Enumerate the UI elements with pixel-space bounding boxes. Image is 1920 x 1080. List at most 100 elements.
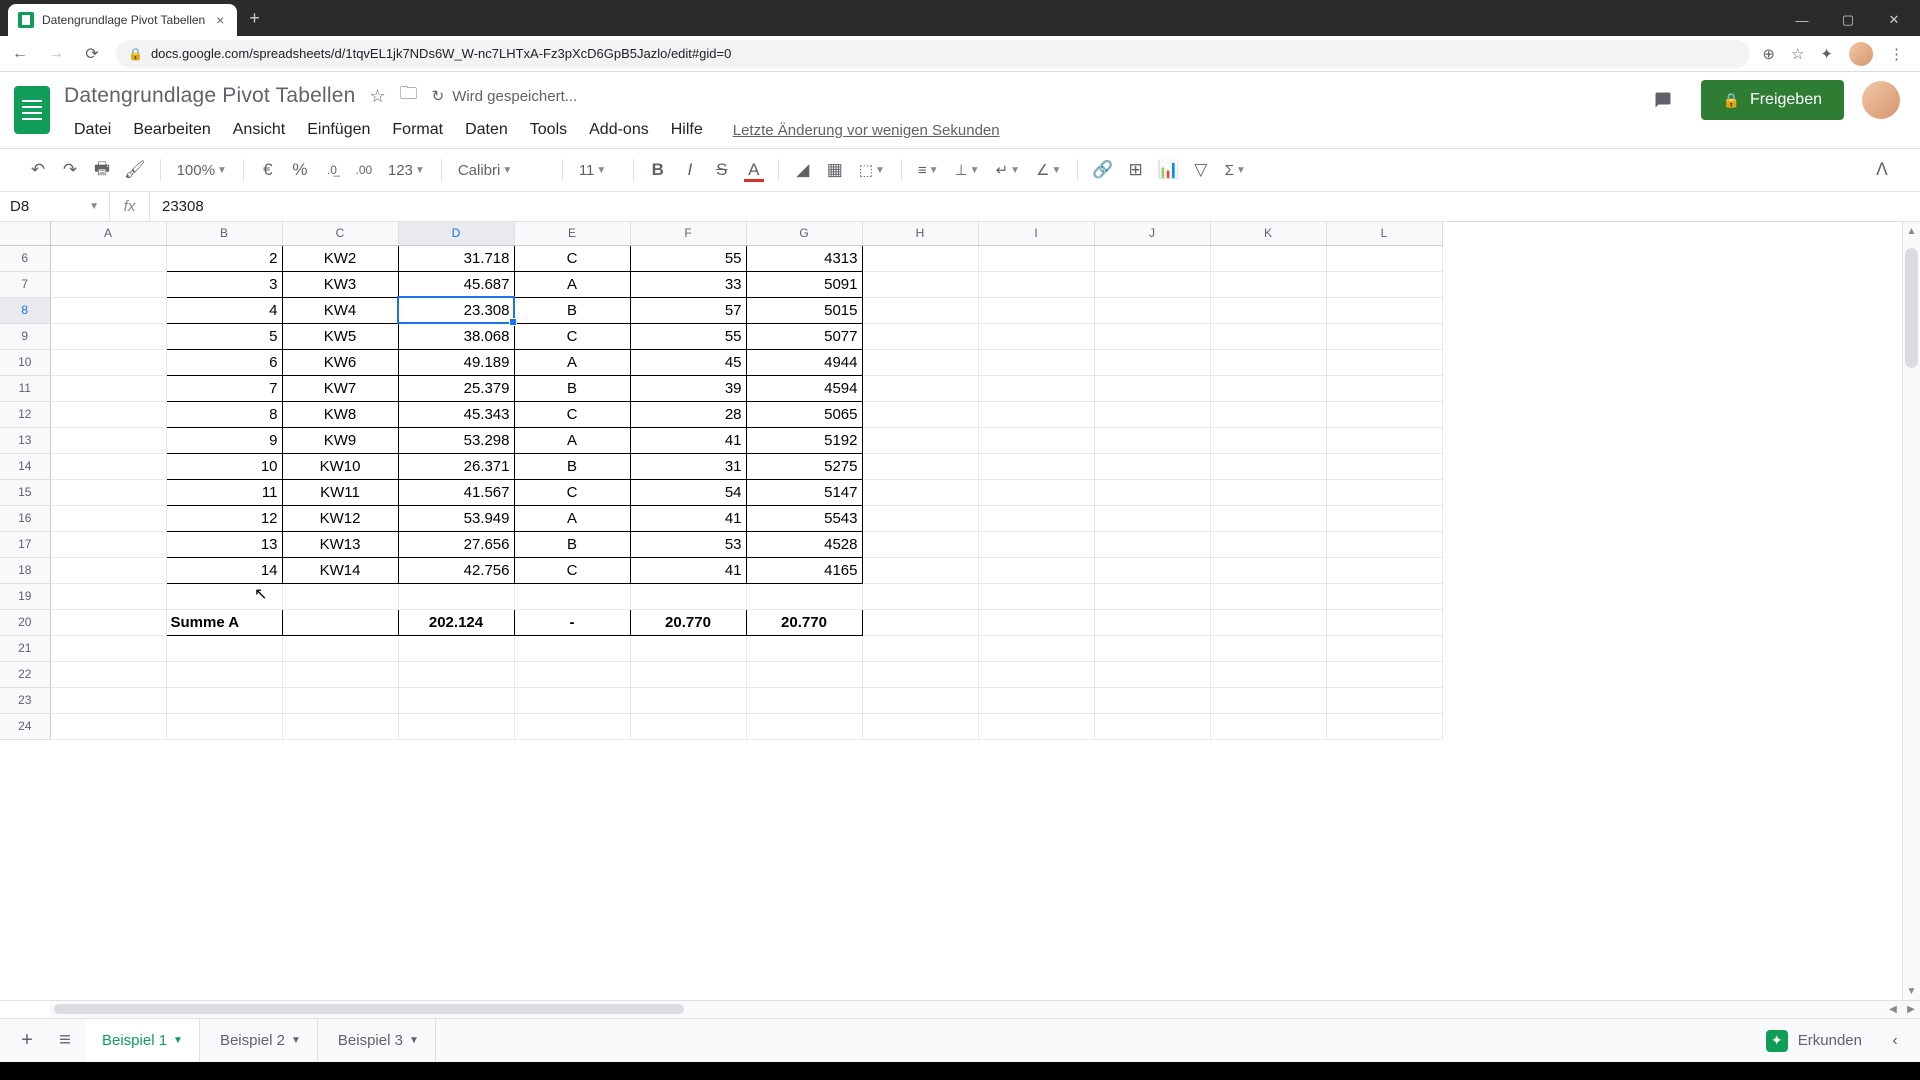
close-window-button[interactable]: ✕: [1872, 4, 1916, 36]
fill-color-button[interactable]: ◢: [789, 156, 817, 184]
row-header-24[interactable]: 24: [0, 713, 50, 739]
row-header-21[interactable]: 21: [0, 635, 50, 661]
cell-I18[interactable]: [978, 557, 1094, 583]
collapse-sidebar-button[interactable]: ‹: [1880, 1032, 1910, 1050]
sheet-tab-2[interactable]: Beispiel 2▼: [204, 1019, 318, 1062]
menu-data[interactable]: Daten: [455, 117, 518, 143]
cell-E17[interactable]: B: [514, 531, 630, 557]
cell-L11[interactable]: [1326, 375, 1442, 401]
cell-B11[interactable]: 7: [166, 375, 282, 401]
cell-B10[interactable]: 6: [166, 349, 282, 375]
cell-E9[interactable]: C: [514, 323, 630, 349]
comments-button[interactable]: [1643, 80, 1683, 120]
scroll-right-button[interactable]: ▶: [1902, 1001, 1920, 1018]
cell-H20[interactable]: [862, 609, 978, 635]
row-header-9[interactable]: 9: [0, 323, 50, 349]
percent-button[interactable]: %: [286, 156, 314, 184]
cell-H6[interactable]: [862, 245, 978, 271]
number-format-dropdown[interactable]: 123▼: [382, 162, 431, 179]
cell-K12[interactable]: [1210, 401, 1326, 427]
cell-F6[interactable]: 55: [630, 245, 746, 271]
increase-decimal-button[interactable]: .00: [350, 156, 378, 184]
cell-B13[interactable]: 9: [166, 427, 282, 453]
bold-button[interactable]: B: [644, 156, 672, 184]
cell-C12[interactable]: KW8: [282, 401, 398, 427]
cell-I21[interactable]: [978, 635, 1094, 661]
cell-H13[interactable]: [862, 427, 978, 453]
cell-C7[interactable]: KW3: [282, 271, 398, 297]
cell-K20[interactable]: [1210, 609, 1326, 635]
explore-button[interactable]: ✦ Erkunden: [1752, 1024, 1876, 1058]
spreadsheet-grid[interactable]: ABCDEFGHIJKL62KW231.718C55431373KW345.68…: [0, 222, 1920, 1000]
cell-L12[interactable]: [1326, 401, 1442, 427]
cell-E16[interactable]: A: [514, 505, 630, 531]
cell-A8[interactable]: [50, 297, 166, 323]
cell-H22[interactable]: [862, 661, 978, 687]
cell-F9[interactable]: 55: [630, 323, 746, 349]
cell-E23[interactable]: [514, 687, 630, 713]
row-header-7[interactable]: 7: [0, 271, 50, 297]
cell-G8[interactable]: 5015: [746, 297, 862, 323]
cell-F18[interactable]: 41: [630, 557, 746, 583]
add-sheet-button[interactable]: +: [10, 1024, 44, 1058]
cell-E6[interactable]: C: [514, 245, 630, 271]
row-header-18[interactable]: 18: [0, 557, 50, 583]
currency-button[interactable]: €: [254, 156, 282, 184]
cell-A20[interactable]: [50, 609, 166, 635]
cell-F19[interactable]: [630, 583, 746, 609]
cell-G6[interactable]: 4313: [746, 245, 862, 271]
cell-E18[interactable]: C: [514, 557, 630, 583]
cell-H23[interactable]: [862, 687, 978, 713]
cell-E19[interactable]: [514, 583, 630, 609]
row-header-6[interactable]: 6: [0, 245, 50, 271]
cell-D24[interactable]: [398, 713, 514, 739]
cell-C13[interactable]: KW9: [282, 427, 398, 453]
cell-A7[interactable]: [50, 271, 166, 297]
cell-L6[interactable]: [1326, 245, 1442, 271]
cell-G7[interactable]: 5091: [746, 271, 862, 297]
col-header-E[interactable]: E: [514, 222, 630, 245]
cell-J23[interactable]: [1094, 687, 1210, 713]
cell-B21[interactable]: [166, 635, 282, 661]
cell-E14[interactable]: B: [514, 453, 630, 479]
functions-button[interactable]: Σ▼: [1219, 162, 1252, 179]
col-header-I[interactable]: I: [978, 222, 1094, 245]
cell-F16[interactable]: 41: [630, 505, 746, 531]
h-align-button[interactable]: ≡▼: [912, 162, 945, 179]
cell-G12[interactable]: 5065: [746, 401, 862, 427]
cell-J24[interactable]: [1094, 713, 1210, 739]
cell-F22[interactable]: [630, 661, 746, 687]
col-header-F[interactable]: F: [630, 222, 746, 245]
cell-B17[interactable]: 13: [166, 531, 282, 557]
cell-J9[interactable]: [1094, 323, 1210, 349]
cell-C18[interactable]: KW14: [282, 557, 398, 583]
menu-file[interactable]: Datei: [64, 117, 121, 143]
cell-A23[interactable]: [50, 687, 166, 713]
cell-F20[interactable]: 20.770: [630, 609, 746, 635]
cell-J12[interactable]: [1094, 401, 1210, 427]
cell-K21[interactable]: [1210, 635, 1326, 661]
cell-C23[interactable]: [282, 687, 398, 713]
cell-L23[interactable]: [1326, 687, 1442, 713]
cell-F7[interactable]: 33: [630, 271, 746, 297]
cell-L17[interactable]: [1326, 531, 1442, 557]
sheet-tab-3[interactable]: Beispiel 3▼: [322, 1019, 436, 1062]
cell-D15[interactable]: 41.567: [398, 479, 514, 505]
cell-H16[interactable]: [862, 505, 978, 531]
cell-H19[interactable]: [862, 583, 978, 609]
cell-E7[interactable]: A: [514, 271, 630, 297]
star-icon[interactable]: ☆: [369, 86, 385, 107]
cell-H14[interactable]: [862, 453, 978, 479]
cell-H12[interactable]: [862, 401, 978, 427]
cell-G19[interactable]: [746, 583, 862, 609]
cell-A16[interactable]: [50, 505, 166, 531]
cell-G18[interactable]: 4165: [746, 557, 862, 583]
cell-K9[interactable]: [1210, 323, 1326, 349]
cell-F10[interactable]: 45: [630, 349, 746, 375]
cell-B12[interactable]: 8: [166, 401, 282, 427]
cell-A12[interactable]: [50, 401, 166, 427]
cell-E20[interactable]: -: [514, 609, 630, 635]
cell-D22[interactable]: [398, 661, 514, 687]
cell-K24[interactable]: [1210, 713, 1326, 739]
cell-L16[interactable]: [1326, 505, 1442, 531]
